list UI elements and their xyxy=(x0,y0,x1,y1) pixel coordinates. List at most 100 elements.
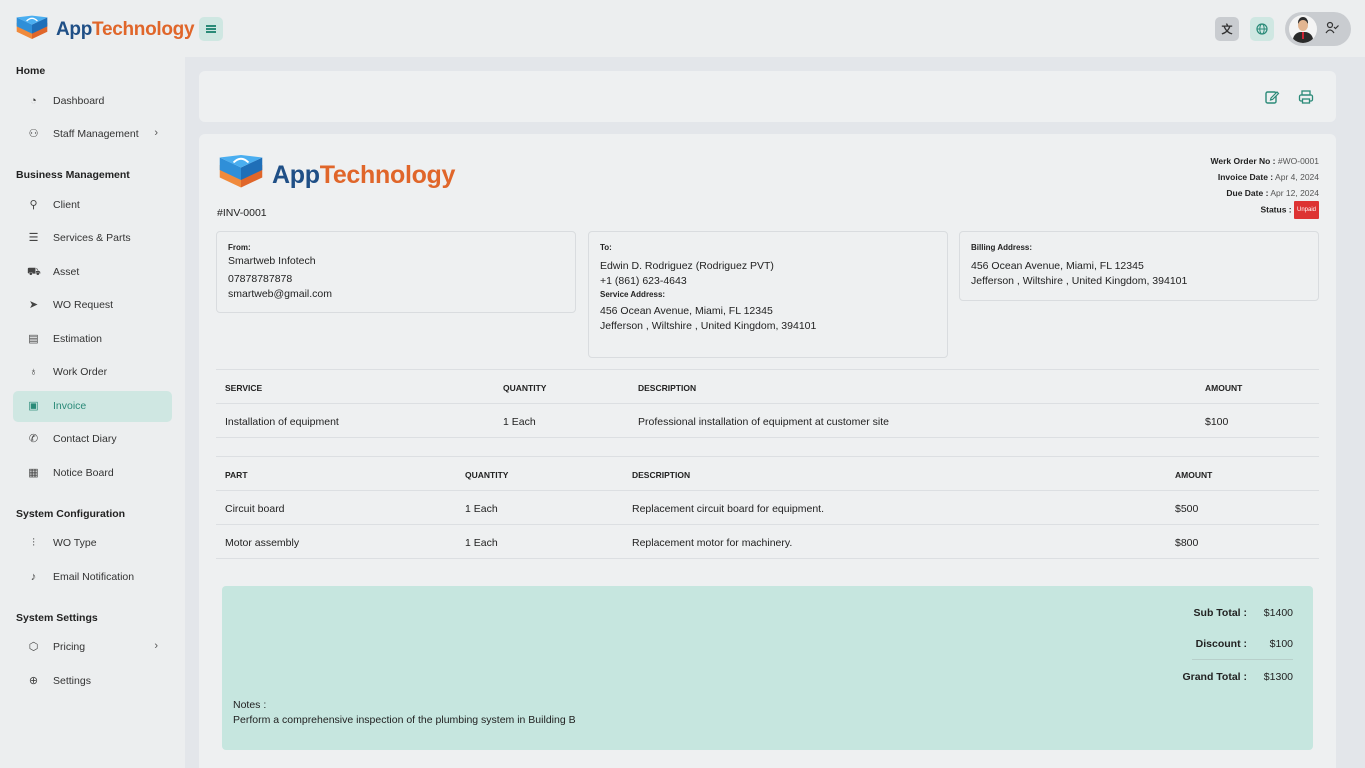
table-header: SERVICE QUANTITY DESCRIPTION AMOUNT xyxy=(216,369,1319,404)
services-table: SERVICE QUANTITY DESCRIPTION AMOUNT Inst… xyxy=(216,369,1319,438)
column-header: DESCRIPTION xyxy=(632,470,691,480)
avatar[interactable] xyxy=(1289,15,1317,43)
sidebar-item-label: Dashboard xyxy=(53,95,105,107)
award-icon: ♁ xyxy=(29,366,38,378)
users-icon: ⚇ xyxy=(28,128,39,140)
grand-total: Grand Total : $1300 xyxy=(1182,671,1293,683)
chevron-right-icon: › xyxy=(154,127,158,139)
totals-panel: Sub Total : $1400 Discount : $100 Grand To… xyxy=(222,586,1313,750)
sidebar-item-staff-management[interactable]: ⚇ Staff Management › xyxy=(13,119,172,150)
sidebar-item-label: Pricing xyxy=(53,641,86,653)
sidebar-item-label: WO Type xyxy=(53,537,97,549)
sidebar-section-settings: System Settings xyxy=(16,612,98,624)
sidebar-item-notice-board[interactable]: ▦ Notice Board xyxy=(13,458,172,489)
to-phone: +1 (861) 623-4643 xyxy=(600,275,687,287)
to-address: To: Edwin D. Rodriguez (Rodriguez PVT) +… xyxy=(588,231,948,358)
sidebar-item-invoice[interactable]: ▣ Invoice xyxy=(13,391,172,422)
document-icon: ▤ xyxy=(28,333,39,345)
sidebar-item-label: Staff Management xyxy=(53,128,139,140)
sidebar-item-settings[interactable]: ⊕ Settings xyxy=(13,666,172,697)
service-address-line2: Jefferson , Wiltshire , United Kingdom, … xyxy=(600,320,817,332)
sidebar-item-label: Settings xyxy=(53,675,91,687)
sidebar-item-label: Estimation xyxy=(53,333,103,345)
column-header: SERVICE xyxy=(225,383,263,393)
settings-icon: ⊕ xyxy=(28,675,39,687)
sidebar-item-asset[interactable]: ⛟ Asset xyxy=(13,257,172,288)
brand-logo xyxy=(16,15,48,39)
sidebar-item-pricing[interactable]: ⬡ Pricing › xyxy=(13,632,172,663)
to-name: Edwin D. Rodriguez (Rodriguez PVT) xyxy=(600,260,774,272)
sidebar-item-label: Contact Diary xyxy=(53,433,117,445)
chevron-right-icon: › xyxy=(154,640,158,652)
invoice-date-row: Invoice Date : Apr 4, 2024 xyxy=(1217,172,1319,182)
profile-menu[interactable] xyxy=(1285,12,1351,46)
brand-name: AppTechnology xyxy=(272,160,456,189)
brand-name: AppTechnology xyxy=(56,19,195,40)
invoice-logo: AppTechnology xyxy=(216,150,455,200)
sidebar-item-wo-type[interactable]: ⫶ WO Type xyxy=(13,528,172,559)
sidebar-item-services-parts[interactable]: ☰ Services & Parts xyxy=(13,223,172,254)
billing-address: Billing Address: 456 Ocean Avenue, Miami… xyxy=(959,231,1319,301)
billing-line1: 456 Ocean Avenue, Miami, FL 12345 xyxy=(971,260,1144,272)
brand[interactable]: AppTechnology xyxy=(14,12,195,48)
sidebar-item-work-order[interactable]: ♁ Work Order xyxy=(13,357,172,388)
sidebar-item-label: Work Order xyxy=(53,366,108,378)
column-header: AMOUNT xyxy=(1175,470,1213,480)
edit-icon[interactable] xyxy=(1264,89,1280,105)
table-row: Motor assembly 1 Each Replacement motor … xyxy=(216,525,1319,559)
sidebar-item-wo-request[interactable]: ➤ WO Request xyxy=(13,290,172,321)
sidebar-item-label: Notice Board xyxy=(53,467,114,479)
sidebar-item-client[interactable]: ⚲ Client xyxy=(13,190,172,221)
column-header: DESCRIPTION xyxy=(638,383,697,393)
sub-total: Sub Total : $1400 xyxy=(1193,607,1293,619)
sidebar-item-label: Email Notification xyxy=(53,571,135,583)
sidebar-item-label: Services & Parts xyxy=(53,232,131,244)
sidebar-item-label: Client xyxy=(53,199,80,211)
hamburger-icon[interactable] xyxy=(199,17,223,41)
list-icon: ☰ xyxy=(28,232,39,244)
work-order-row: Werk Order No : #WO-0001 xyxy=(1210,156,1319,166)
bell-icon: ♪ xyxy=(30,571,37,583)
globe-icon[interactable] xyxy=(1250,17,1274,41)
status-badge: Unpaid xyxy=(1293,201,1319,219)
invoice-icon: ▣ xyxy=(28,400,39,412)
invoice-actions-bar xyxy=(199,71,1336,122)
translate-icon[interactable]: 文 xyxy=(1215,17,1239,41)
sidebar-item-email-notification[interactable]: ♪ Email Notification xyxy=(13,562,172,593)
table-row: Circuit board 1 Each Replacement circuit… xyxy=(216,491,1319,525)
table-row: Installation of equipment 1 Each Profess… xyxy=(216,404,1319,438)
board-icon: ▦ xyxy=(28,467,39,479)
column-header: QUANTITY xyxy=(503,383,547,393)
brand-logo xyxy=(219,155,263,188)
notes: Notes : Perform a comprehensive inspecti… xyxy=(233,698,576,728)
service-address-line1: 456 Ocean Avenue, Miami, FL 12345 xyxy=(600,305,773,317)
box-icon: ⬡ xyxy=(28,641,39,653)
invoice-number: #INV-0001 xyxy=(217,207,267,219)
column-header: AMOUNT xyxy=(1205,383,1243,393)
column-header: PART xyxy=(225,470,248,480)
sidebar-item-dashboard[interactable]: ◔ Dashboard xyxy=(13,86,172,117)
sliders-icon: ⫶ xyxy=(32,537,35,549)
sidebar-section-home: Home xyxy=(16,65,46,77)
sidebar-item-label: WO Request xyxy=(53,299,114,311)
send-icon: ➤ xyxy=(28,299,39,311)
sidebar-section-business: Business Management xyxy=(16,169,130,181)
cart-icon: ⛟ xyxy=(27,266,41,278)
user-check-icon[interactable] xyxy=(1325,21,1339,38)
sidebar-item-label: Invoice xyxy=(53,400,87,412)
status-row: Status : Unpaid xyxy=(1210,201,1319,219)
print-icon[interactable] xyxy=(1298,89,1314,105)
invoice-meta: Werk Order No : #WO-0001 Invoice Date : … xyxy=(1210,153,1319,219)
top-bar: AppTechnology 文 xyxy=(0,0,1365,57)
discount: Discount : $100 xyxy=(1195,638,1293,650)
dashboard-icon: ◔ xyxy=(30,95,37,107)
table-header: PART QUANTITY DESCRIPTION AMOUNT xyxy=(216,456,1319,491)
from-address: From: Smartweb Infotech 07878787878 smar… xyxy=(216,231,576,313)
from-name: Smartweb Infotech xyxy=(228,255,316,267)
parts-table: PART QUANTITY DESCRIPTION AMOUNT Circuit… xyxy=(216,456,1319,559)
sidebar-item-estimation[interactable]: ▤ Estimation xyxy=(13,324,172,355)
due-date-row: Due Date : Apr 12, 2024 xyxy=(1226,188,1319,198)
sidebar-item-contact-diary[interactable]: ✆ Contact Diary xyxy=(13,424,172,455)
notes-text: Perform a comprehensive inspection of th… xyxy=(233,714,576,726)
sidebar-section-config: System Configuration xyxy=(16,508,126,520)
